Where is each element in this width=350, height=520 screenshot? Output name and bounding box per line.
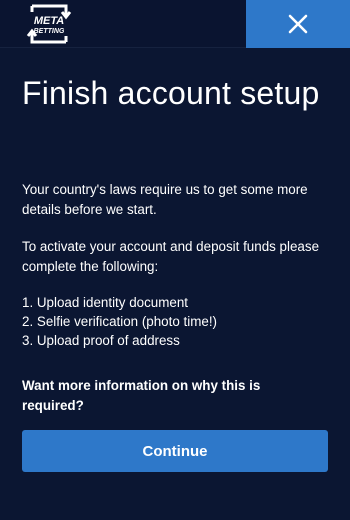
meta-betting-logo[interactable]: META BETTING [22,2,76,46]
logo-graphic: META BETTING [26,4,72,44]
laws-paragraph: Your country's laws require us to get so… [22,182,308,217]
more-info-link[interactable]: Want more information on why this is req… [22,376,302,416]
steps-list: 1. Upload identity document 2. Selfie ve… [22,293,332,350]
header-bar: META BETTING [0,0,350,48]
step-item-selfie: 2. Selfie verification (photo time!) [22,314,217,329]
page-title: Finish account setup [22,75,320,111]
close-icon [288,14,308,34]
continue-button[interactable]: Continue [22,430,328,472]
logo-text-line2: BETTING [34,28,65,35]
close-button[interactable] [246,0,350,48]
title-container: Finish account setup [22,74,332,112]
logo-text-line1: META [34,15,64,27]
activate-paragraph: To activate your account and deposit fun… [22,239,320,274]
step-item-address: 3. Upload proof of address [22,333,180,348]
step-item-identity: 1. Upload identity document [22,295,188,310]
